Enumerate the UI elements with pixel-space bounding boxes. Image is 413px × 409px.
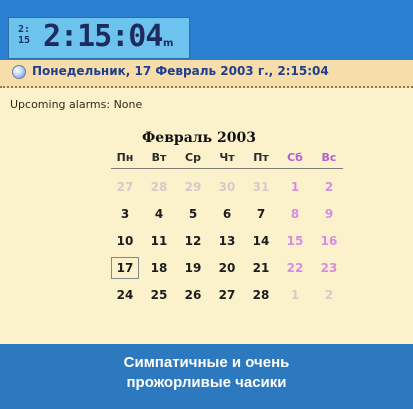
- calendar-day[interactable]: 30: [213, 176, 241, 198]
- calendar-day[interactable]: 27: [213, 284, 241, 306]
- date-bullet-icon: [12, 65, 26, 79]
- calendar-day[interactable]: 20: [213, 257, 241, 279]
- pda-clock-screen: 2: 15 2:15:04 m Понедельник, 17 Февраль …: [0, 0, 413, 409]
- calendar-day[interactable]: 26: [179, 284, 207, 306]
- calendar-day[interactable]: 24: [111, 284, 139, 306]
- clock-icon: 2: 15: [13, 24, 35, 50]
- calendar-day[interactable]: 1: [281, 176, 309, 198]
- calendar-day[interactable]: 18: [145, 257, 173, 279]
- weekday-divider: [111, 168, 343, 169]
- clock-display[interactable]: 2: 15 2:15:04 m: [8, 17, 190, 59]
- calendar-day[interactable]: 5: [179, 203, 207, 225]
- calendar-day[interactable]: 28: [247, 284, 275, 306]
- calendar-day[interactable]: 22: [281, 257, 309, 279]
- clock-time: 2:15:04: [43, 19, 163, 54]
- upcoming-alarms: Upcoming alarms: None: [10, 99, 142, 111]
- calendar-day[interactable]: 10: [111, 230, 139, 252]
- calendar-day[interactable]: 3: [111, 203, 139, 225]
- calendar-grid: 27 28 29 30 31 1 2 3 4 5 6 7 8 9 10 11 12 13 14 15 16 17 18 19 2…: [111, 176, 343, 316]
- calendar-day[interactable]: 2: [315, 176, 343, 198]
- calendar-day[interactable]: 8: [281, 203, 309, 225]
- calendar-day[interactable]: 25: [145, 284, 173, 306]
- upcoming-alarms-value: None: [113, 98, 143, 111]
- upcoming-alarms-label: Upcoming alarms:: [10, 98, 111, 111]
- calendar-day[interactable]: 23: [315, 257, 343, 279]
- calendar-day[interactable]: 6: [213, 203, 241, 225]
- weekday-5: Пт: [253, 151, 269, 164]
- date-bar: Понедельник, 17 Февраль 2003 г., 2:15:04: [0, 60, 413, 88]
- calendar-day[interactable]: 9: [315, 203, 343, 225]
- caption-line-2: прожорливые часики: [126, 374, 287, 391]
- weekday-3: Ср: [185, 151, 201, 164]
- calendar-day[interactable]: 1: [281, 284, 309, 306]
- caption-bar: Симпатичные и очень прожорливые часики: [0, 344, 413, 409]
- current-date-text: Понедельник, 17 Февраль 2003 г., 2:15:04: [32, 64, 329, 78]
- weekday-header: Пн Вт Ср Чт Пт Сб Вс: [111, 151, 343, 167]
- clock-icon-bottom: 15: [17, 35, 31, 46]
- title-bar: 2: 15 2:15:04 m: [0, 0, 413, 60]
- calendar-day[interactable]: 27: [111, 176, 139, 198]
- calendar-day[interactable]: 29: [179, 176, 207, 198]
- caption-text: Симпатичные и очень прожорливые часики: [0, 353, 413, 393]
- calendar-day[interactable]: 13: [213, 230, 241, 252]
- month-label: Февраль 2003: [142, 130, 256, 146]
- calendar-day[interactable]: 15: [281, 230, 309, 252]
- calendar-day[interactable]: 14: [247, 230, 275, 252]
- calendar-day-selected[interactable]: 17: [111, 257, 139, 279]
- calendar-day[interactable]: 16: [315, 230, 343, 252]
- calendar-day[interactable]: 21: [247, 257, 275, 279]
- clock-icon-top: 2:: [17, 24, 31, 35]
- weekday-7: Вс: [321, 151, 337, 164]
- clock-suffix: m: [163, 38, 174, 49]
- weekday-1: Пн: [116, 151, 134, 164]
- weekday-4: Чт: [219, 151, 235, 164]
- calendar-day[interactable]: 2: [315, 284, 343, 306]
- calendar-day[interactable]: 12: [179, 230, 207, 252]
- calendar-day[interactable]: 28: [145, 176, 173, 198]
- calendar-day[interactable]: 11: [145, 230, 173, 252]
- weekday-6: Сб: [287, 151, 303, 164]
- calendar-day[interactable]: 19: [179, 257, 207, 279]
- weekday-2: Вт: [151, 151, 167, 164]
- calendar-day[interactable]: 4: [145, 203, 173, 225]
- calendar-day[interactable]: 31: [247, 176, 275, 198]
- calendar-day[interactable]: 7: [247, 203, 275, 225]
- caption-line-1: Симпатичные и очень: [123, 354, 290, 371]
